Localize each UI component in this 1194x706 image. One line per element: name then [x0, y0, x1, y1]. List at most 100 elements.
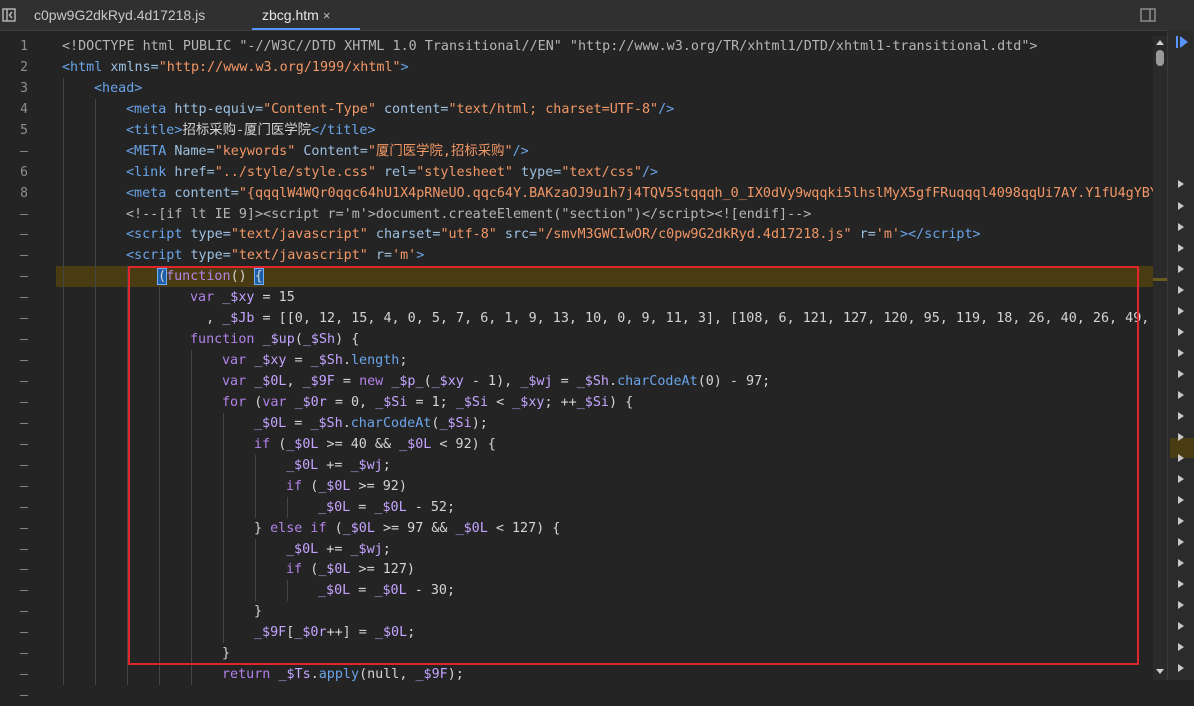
expand-triangle-icon[interactable] — [1178, 412, 1184, 420]
code-line[interactable]: } — [56, 643, 1153, 665]
code-text: <!--[if lt IE 9]><script r='m'>document.… — [126, 204, 811, 225]
code-line[interactable]: } else if (_$0L >= 97 && _$0L < 127) { — [56, 517, 1153, 539]
code-line[interactable]: <link href="../style/style.css" rel="sty… — [56, 161, 1153, 183]
expand-triangle-icon[interactable] — [1178, 454, 1184, 462]
code-line[interactable]: <html xmlns="http://www.w3.org/1999/xhtm… — [56, 57, 1153, 78]
code-line[interactable]: <meta http-equiv="Content-Type" content=… — [56, 98, 1153, 120]
code-token: ( — [156, 268, 168, 286]
code-token: var — [222, 374, 255, 389]
expand-triangle-icon[interactable] — [1178, 580, 1184, 588]
code-token: , — [286, 374, 303, 389]
line-number: – — [20, 248, 28, 264]
expand-triangle-icon[interactable] — [1178, 664, 1184, 672]
indent-guide — [95, 412, 96, 434]
expand-triangle-icon[interactable] — [1178, 496, 1184, 504]
expand-triangle-icon[interactable] — [1178, 643, 1184, 651]
code-line[interactable]: <meta content="{qqqlW4WQr0qqc64hU1X4pRNe… — [56, 182, 1153, 204]
code-token: _$p_ — [391, 374, 424, 389]
indent-guide — [95, 287, 96, 309]
code-line[interactable]: if (_$0L >= 92) — [56, 475, 1153, 497]
indent-guide — [159, 643, 160, 665]
scroll-up-icon[interactable] — [1155, 38, 1165, 46]
code-token: _$Sh — [576, 374, 609, 389]
expand-triangle-icon[interactable] — [1178, 202, 1184, 210]
code-token: ( — [294, 332, 303, 348]
close-icon[interactable]: × — [323, 8, 331, 23]
indent-guide — [223, 622, 224, 644]
scrollbar-thumb[interactable] — [1156, 50, 1164, 66]
code-line[interactable]: function _$up(_$Sh) { — [56, 329, 1153, 351]
code-line[interactable]: <script type="text/javascript" r='m'> — [56, 245, 1153, 267]
code-token: <script — [126, 227, 191, 243]
code-line[interactable]: _$0L += _$wj; — [56, 538, 1153, 560]
expand-triangle-icon[interactable] — [1178, 433, 1184, 441]
split-panel-icon[interactable] — [1139, 6, 1157, 24]
expand-triangle-icon[interactable] — [1178, 601, 1184, 609]
indent-guide — [95, 454, 96, 476]
code-line[interactable]: return _$Ts.apply(null, _$9F); — [56, 664, 1153, 686]
code-line[interactable]: <!--[if lt IE 9]><script r='m'>document.… — [56, 203, 1153, 225]
expand-triangle-icon[interactable] — [1178, 328, 1184, 336]
code-token: Name= — [174, 143, 215, 159]
expand-triangle-icon[interactable] — [1178, 180, 1184, 188]
code-line[interactable]: var _$xy = _$Sh.length; — [56, 350, 1153, 371]
code-editor[interactable]: <!DOCTYPE html PUBLIC "-//W3C//DTD XHTML… — [56, 36, 1153, 686]
code-line[interactable]: , _$Jb = [[0, 12, 15, 4, 0, 5, 7, 6, 1, … — [56, 308, 1153, 330]
indent-guide — [191, 559, 192, 581]
resume-icon[interactable] — [1176, 36, 1188, 48]
indent-guide — [63, 433, 64, 455]
expand-triangle-icon[interactable] — [1178, 538, 1184, 546]
expand-triangle-icon[interactable] — [1178, 475, 1184, 483]
indent-guide — [223, 538, 224, 560]
expand-triangle-icon[interactable] — [1178, 286, 1184, 294]
code-line[interactable]: _$0L = _$Sh.charCodeAt(_$Si); — [56, 412, 1153, 434]
code-token: >= 127) — [350, 562, 415, 578]
panel-toggle-icon[interactable] — [0, 6, 18, 24]
code-line[interactable]: (function() { — [56, 266, 1153, 288]
indent-guide — [63, 266, 64, 288]
indent-guide — [127, 371, 128, 392]
expand-triangle-icon[interactable] — [1178, 559, 1184, 567]
code-line[interactable]: for (var _$0r = 0, _$Si = 1; _$Si < _$xy… — [56, 391, 1153, 413]
code-line[interactable]: var _$xy = 15 — [56, 287, 1153, 309]
code-line[interactable]: _$9F[_$0r++] = _$0L; — [56, 622, 1153, 644]
code-line[interactable]: if (_$0L >= 127) — [56, 559, 1153, 581]
code-line[interactable]: } — [56, 601, 1153, 623]
line-number-gutter: 1 2 3 4 5 – 6 8 – – – – – – – – – – – – – – – – – – – – – – – – — [0, 36, 48, 706]
code-line[interactable]: if (_$0L >= 40 && _$0L < 92) { — [56, 433, 1153, 455]
tab-htm-file[interactable]: zbcg.htm × — [252, 0, 360, 30]
code-token: ; — [382, 457, 391, 473]
vertical-scrollbar[interactable] — [1153, 36, 1167, 680]
code-line[interactable]: _$0L = _$0L - 30; — [56, 580, 1153, 602]
code-line[interactable]: <head> — [56, 77, 1153, 99]
indent-guide — [159, 454, 160, 476]
tab-label: c0pw9G2dkRyd.4d17218.js — [34, 7, 206, 23]
indent-guide — [63, 140, 64, 162]
indent-guide — [95, 98, 96, 120]
expand-triangle-icon[interactable] — [1178, 265, 1184, 273]
code-line[interactable]: <script type="text/javascript" charset="… — [56, 224, 1153, 246]
indent-guide — [63, 161, 64, 183]
code-line[interactable]: <META Name="keywords" Content="厦门医学院,招标采… — [56, 140, 1153, 162]
code-line[interactable]: var _$0L, _$9F = new _$p_(_$xy - 1), _$w… — [56, 371, 1153, 392]
expand-triangle-icon[interactable] — [1178, 223, 1184, 231]
code-line[interactable]: <!DOCTYPE html PUBLIC "-//W3C//DTD XHTML… — [56, 36, 1153, 57]
indent-guide — [159, 433, 160, 455]
tab-js-file[interactable]: c0pw9G2dkRyd.4d17218.js — [24, 0, 244, 30]
expand-triangle-icon[interactable] — [1178, 349, 1184, 357]
expand-triangle-icon[interactable] — [1178, 307, 1184, 315]
expand-triangle-icon[interactable] — [1178, 622, 1184, 630]
code-line[interactable]: _$0L = _$0L - 52; — [56, 496, 1153, 518]
expand-triangle-icon[interactable] — [1178, 244, 1184, 252]
code-text: for (var _$0r = 0, _$Si = 1; _$Si < _$xy… — [222, 392, 633, 413]
code-text: function _$up(_$Sh) { — [190, 329, 359, 350]
code-line[interactable]: <title>招标采购-厦门医学院</title> — [56, 119, 1153, 141]
expand-triangle-icon[interactable] — [1178, 517, 1184, 525]
code-line[interactable]: _$0L += _$wj; — [56, 454, 1153, 476]
expand-triangle-icon[interactable] — [1178, 391, 1184, 399]
code-token: "text/html; charset=UTF-8" — [448, 101, 659, 117]
code-token: "../style/style.css" — [214, 164, 376, 180]
code-token: = 15 — [254, 290, 295, 306]
scroll-down-icon[interactable] — [1155, 668, 1165, 676]
expand-triangle-icon[interactable] — [1178, 370, 1184, 378]
